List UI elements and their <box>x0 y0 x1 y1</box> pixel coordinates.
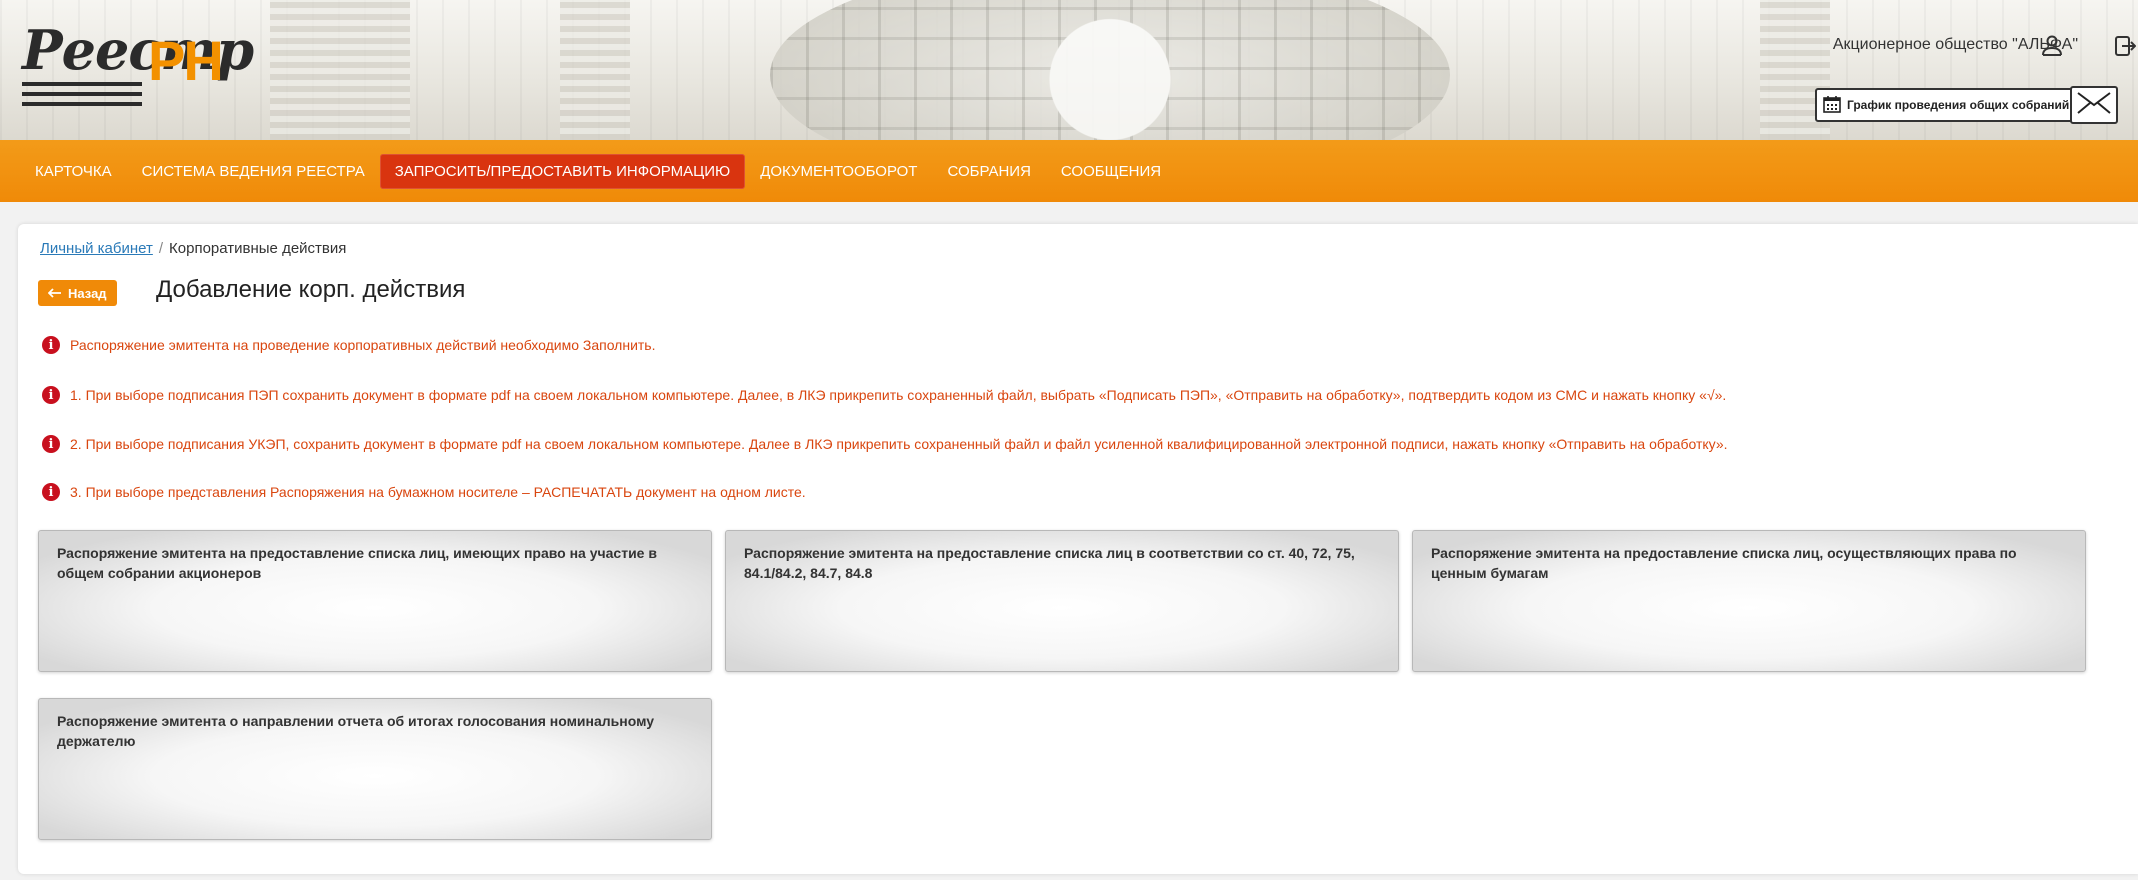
alert-icon: i <box>42 386 60 404</box>
nav-item-meetings[interactable]: СОБРАНИЯ <box>932 154 1045 189</box>
card-shareholders-list[interactable]: Распоряжение эмитента на предоставление … <box>38 530 712 672</box>
envelope-icon <box>2076 91 2112 120</box>
nav-item-documents[interactable]: ДОКУМЕНТООБОРОТ <box>745 154 932 189</box>
notice-required: i Распоряжение эмитента на проведение ко… <box>42 336 656 354</box>
back-button[interactable]: Назад <box>38 280 117 306</box>
arrow-left-icon <box>47 286 62 301</box>
user-icon[interactable] <box>2040 34 2064 63</box>
banner-column <box>270 0 410 140</box>
notice-text: 1. При выборе подписания ПЭП сохранить д… <box>70 387 1727 403</box>
notice-paper: i 3. При выборе представления Распоряжен… <box>42 483 806 501</box>
nav-item-card[interactable]: КАРТОЧКА <box>20 154 127 189</box>
notice-text: 3. При выборе представления Распоряжения… <box>70 484 806 500</box>
notice-ukep: i 2. При выборе подписания УКЭП, сохрани… <box>42 435 1728 453</box>
nav-item-messages[interactable]: СООБЩЕНИЯ <box>1046 154 1176 189</box>
main-nav: КАРТОЧКА СИСТЕМА ВЕДЕНИЯ РЕЕСТРА ЗАПРОСИ… <box>0 140 2138 202</box>
back-button-label: Назад <box>68 285 107 301</box>
card-articles-list[interactable]: Распоряжение эмитента на предоставление … <box>725 530 1399 672</box>
breadcrumb: Личный кабинет / Корпоративные действия <box>40 240 346 257</box>
notice-text: 2. При выборе подписания УКЭП, сохранить… <box>70 436 1728 452</box>
logo[interactable]: Реестр РН <box>22 14 254 124</box>
notice-pep: i 1. При выборе подписания ПЭП сохранить… <box>42 386 1726 404</box>
messages-button[interactable] <box>2070 86 2118 124</box>
banner-column <box>560 0 630 140</box>
content-panel: Личный кабинет / Корпоративные действия На… <box>18 224 2138 874</box>
calendar-icon <box>1823 95 1841 116</box>
nav-item-registry-system[interactable]: СИСТЕМА ВЕДЕНИЯ РЕЕСТРА <box>127 154 380 189</box>
logout-icon[interactable] <box>2114 34 2137 63</box>
notice-text: Распоряжение эмитента на проведение корп… <box>70 337 656 353</box>
breadcrumb-home-link[interactable]: Личный кабинет <box>40 240 153 257</box>
card-voting-report[interactable]: Распоряжение эмитента о направлении отче… <box>38 698 712 840</box>
logo-mark: РН <box>148 29 224 92</box>
alert-icon: i <box>42 336 60 354</box>
nav-item-request-info[interactable]: ЗАПРОСИТЬ/ПРЕДОСТАВИТЬ ИНФОРМАЦИЮ <box>379 153 746 189</box>
breadcrumb-separator: / <box>158 240 164 257</box>
logo-lines <box>22 82 142 112</box>
header-banner: Реестр РН Акционерное общество "АЛЬФА" Г… <box>0 0 2138 190</box>
alert-icon: i <box>42 435 60 453</box>
alert-icon: i <box>42 483 60 501</box>
card-rights-holders-list[interactable]: Распоряжение эмитента на предоставление … <box>1412 530 2086 672</box>
page-title: Добавление корп. действия <box>156 276 466 303</box>
meeting-schedule-button[interactable]: График проведения общих собраний <box>1815 88 2080 122</box>
breadcrumb-current: Корпоративные действия <box>169 240 347 257</box>
meeting-schedule-label: График проведения общих собраний <box>1847 98 2070 112</box>
